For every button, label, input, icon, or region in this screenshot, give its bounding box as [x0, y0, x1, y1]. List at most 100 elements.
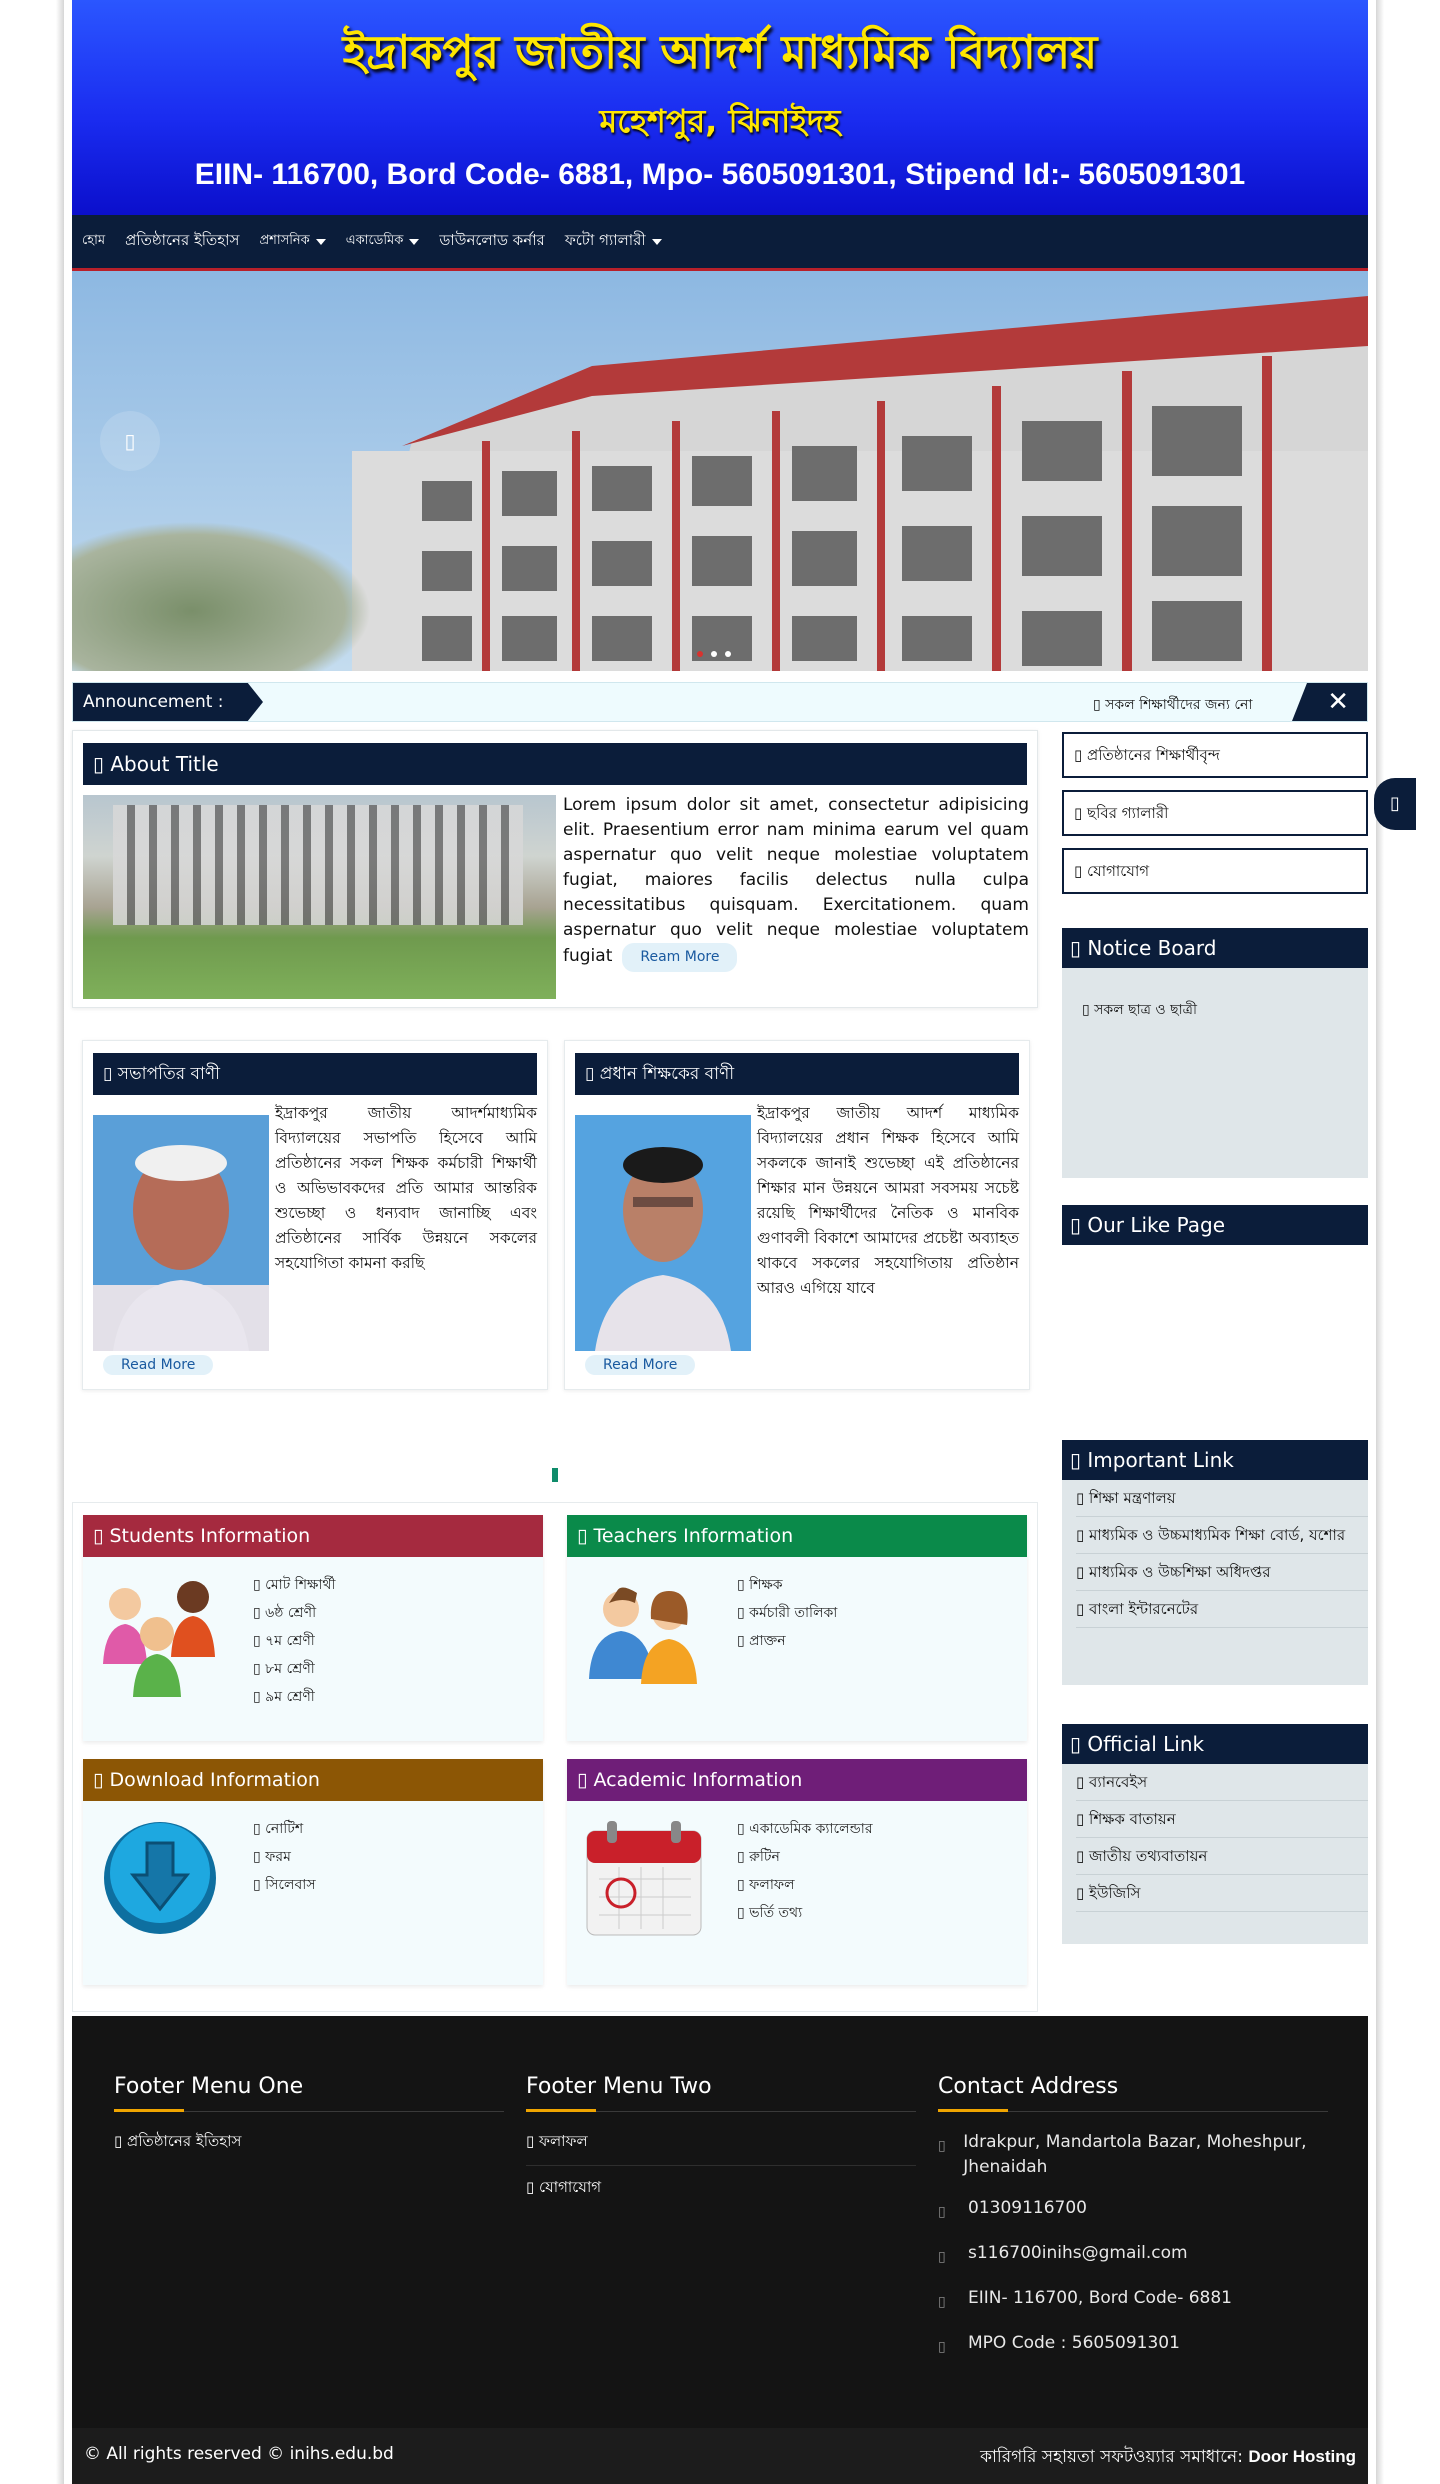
footer-heading: Footer Menu One	[114, 2074, 504, 2112]
notice-item[interactable]: ▯ সকল ছাত্র ও ছাত্রী	[1062, 968, 1368, 1022]
notice-board-title: ▯ Notice Board	[1062, 928, 1368, 968]
notice-board: ▯ সকল ছাত্র ও ছাত্রী	[1062, 968, 1368, 1178]
message-title: ▯ সভাপতির বাণী	[93, 1053, 537, 1095]
footer-menu-two: Footer Menu Two ▯ ফলাফল ▯ যোগাযোগ	[526, 2074, 916, 2211]
official-link-title: ▯ Official Link	[1062, 1724, 1368, 1764]
developer-link[interactable]: Door Hosting	[1248, 2447, 1356, 2466]
footer-link[interactable]: ▯ যোগাযোগ	[526, 2166, 916, 2211]
headmaster-message-card: ▯ প্রধান শিক্ষকের বাণী ইদ্রাকপুর জাতীয় …	[564, 1040, 1030, 1390]
footer-contact: Contact Address ▯ Idrakpur, Mandartola Ba…	[938, 2074, 1328, 2360]
quick-link-contact[interactable]: ▯ যোগাযোগ	[1062, 848, 1368, 894]
info-link[interactable]: ▯ কর্মচারী তালিকা	[737, 1599, 837, 1627]
announcement-close-button[interactable]: ✕	[1292, 683, 1367, 721]
school-location: মহেশপুর, ঝিনাইদহ	[599, 102, 841, 140]
official-link-item[interactable]: ▯ জাতীয় তথ্যবাতায়ন	[1076, 1838, 1368, 1875]
important-link-item[interactable]: ▯ মাধ্যমিক ও উচ্চমাধ্যমিক শিক্ষা বোর্ড, …	[1076, 1517, 1368, 1554]
info-link[interactable]: ▯ সিলেবাস	[253, 1871, 316, 1899]
calendar-icon	[586, 1821, 702, 1936]
quick-link-gallery[interactable]: ▯ ছবির গ্যালারী	[1062, 790, 1368, 836]
copyright-text: © All rights reserved © inihs.edu.bd	[84, 2444, 394, 2464]
download-icon	[104, 1822, 216, 1934]
school-name: ইদ্রাকপুর জাতীয় আদর্শ মাধ্যমিক বিদ্যালয…	[342, 25, 1098, 79]
info-section: ▯ Students Information ▯ মোট শিক্ষার্থী …	[72, 1502, 1038, 2012]
slider-dot[interactable]	[711, 651, 717, 657]
teachers-info-box: ▯ Teachers Information ▯ শিক্ষক ▯ কর্মচা…	[567, 1515, 1027, 1741]
announcement-text[interactable]: ▯ সকল শিক্ষার্থীদের জন্য নো	[1093, 693, 1252, 717]
announcement-label: Announcement :	[73, 683, 263, 721]
info-link[interactable]: ▯ একাডেমিক ক্যালেন্ডার	[737, 1815, 873, 1843]
info-link[interactable]: ▯ ফরম	[253, 1843, 316, 1871]
school-codes: EIIN- 116700, Bord Code- 6881, Mpo- 5605…	[194, 158, 1246, 191]
messages-carousel: ▯ সভাপতির বাণী ইদ্রাকপুর জাতীয় আদর্শমাধ…	[72, 1030, 1038, 1500]
contact-address: ▯ Idrakpur, Mandartola Bazar, Moheshpur, …	[938, 2130, 1328, 2180]
contact-eiin: ▯ EIIN- 116700, Bord Code- 6881	[938, 2286, 1328, 2315]
info-link[interactable]: ▯ ৬ষ্ঠ শ্রেণী	[253, 1599, 336, 1627]
slider-prev-button[interactable]: ▯	[100, 411, 160, 471]
nav-item-gallery[interactable]: ফটো গ্যালারী	[565, 229, 662, 254]
important-link-title: ▯ Important Link	[1062, 1440, 1368, 1480]
slider-dot[interactable]	[725, 651, 731, 657]
contact-mpo: ▯ MPO Code : 5605091301	[938, 2331, 1328, 2360]
info-link[interactable]: ▯ ফলাফল	[737, 1871, 873, 1899]
contact-phone: ▯ 01309116700	[938, 2196, 1328, 2225]
about-image	[83, 795, 556, 999]
sidebar-toggle-icon: ▯	[1390, 793, 1400, 814]
info-link[interactable]: ▯ রুটিন	[737, 1843, 873, 1871]
caret-down-icon	[315, 238, 326, 245]
important-link-item[interactable]: ▯ বাংলা ইন্টারনেটের	[1076, 1591, 1368, 1628]
info-box-title: ▯ Academic Information	[567, 1759, 1027, 1801]
info-box-title: ▯ Download Information	[83, 1759, 543, 1801]
official-link-item[interactable]: ▯ ইউজিসি	[1076, 1875, 1368, 1912]
footer-link[interactable]: ▯ ফলাফল	[526, 2120, 916, 2166]
president-read-more-button[interactable]: Read More	[103, 1355, 214, 1375]
important-links: ▯ শিক্ষা মন্ত্রণালয় ▯ মাধ্যমিক ও উচ্চমা…	[1062, 1480, 1368, 1685]
about-read-more-button[interactable]: Ream More	[622, 943, 738, 972]
nav-item-academic[interactable]: একাডেমিক	[346, 231, 420, 252]
envelope-icon: ▯	[938, 2249, 946, 2265]
nav-item-administrative[interactable]: প্রশাসনিক	[259, 231, 326, 252]
info-link[interactable]: ▯ প্রাক্তন	[737, 1627, 837, 1655]
headmaster-read-more-button[interactable]: Read More	[585, 1355, 696, 1375]
nav-item-home[interactable]: হোম	[82, 231, 105, 252]
developer-credit: কারিগরি সহায়তা সফটওয়্যার সমাধানে: Door…	[980, 2447, 1356, 2467]
carousel-indicator[interactable]	[552, 1468, 558, 1482]
students-info-box: ▯ Students Information ▯ মোট শিক্ষার্থী …	[83, 1515, 543, 1741]
slider-dots	[697, 651, 731, 657]
footer-link[interactable]: ▯ প্রতিষ্ঠানের ইতিহাস	[114, 2120, 504, 2165]
official-link-item[interactable]: ▯ ব্যানবেইস	[1076, 1764, 1368, 1801]
floating-side-button[interactable]: ▯	[1374, 778, 1416, 830]
footer: Footer Menu One ▯ প্রতিষ্ঠানের ইতিহাস Fo…	[72, 2016, 1368, 2428]
info-box-title: ▯ Students Information	[83, 1515, 543, 1557]
caret-down-icon	[409, 238, 420, 245]
info-link[interactable]: ▯ শিক্ষক	[737, 1571, 837, 1599]
quick-link-students[interactable]: ▯ প্রতিষ্ঠানের শিক্ষার্থীবৃন্দ	[1062, 732, 1368, 778]
image-slider: ▯	[72, 271, 1368, 671]
info-link[interactable]: ▯ ৯ম শ্রেণী	[253, 1683, 336, 1711]
download-info-box: ▯ Download Information ▯ নোটিশ ▯ ফরম ▯ স…	[83, 1759, 543, 1985]
official-link-item[interactable]: ▯ শিক্ষক বাতায়ন	[1076, 1801, 1368, 1838]
chevron-left-icon: ▯	[124, 429, 136, 453]
nav-item-history[interactable]: প্রতিষ্ঠানের ইতিহাস	[125, 229, 239, 254]
like-page-title: ▯ Our Like Page	[1062, 1205, 1368, 1245]
contact-email: ▯ s116700inihs@gmail.com	[938, 2241, 1328, 2270]
info-link[interactable]: ▯ ভর্তি তথ্য	[737, 1899, 873, 1927]
footer-heading: Contact Address	[938, 2074, 1328, 2112]
about-text: Lorem ipsum dolor sit amet, consectetur …	[563, 793, 1029, 972]
students-icon	[103, 1581, 215, 1697]
headmaster-photo	[575, 1115, 751, 1351]
info-link[interactable]: ▯ নোটিশ	[253, 1815, 316, 1843]
info-link[interactable]: ▯ ৮ম শ্রেণী	[253, 1655, 336, 1683]
caret-down-icon	[651, 238, 662, 245]
important-link-item[interactable]: ▯ শিক্ষা মন্ত্রণালয়	[1076, 1480, 1368, 1517]
close-icon: ✕	[1327, 687, 1349, 717]
info-link[interactable]: ▯ মোট শিক্ষার্থী	[253, 1571, 336, 1599]
academic-info-box: ▯ Academic Information ▯ একাডেমিক ক্যালে…	[567, 1759, 1027, 1985]
site-banner: ইদ্রাকপুর জাতীয় আদর্শ মাধ্যমিক বিদ্যালয…	[72, 0, 1368, 215]
nav-item-download[interactable]: ডাউনলোড কর্নার	[439, 229, 544, 254]
slider-dot[interactable]	[697, 651, 703, 657]
president-photo	[93, 1115, 269, 1351]
phone-icon: ▯	[938, 2204, 946, 2220]
message-title: ▯ প্রধান শিক্ষকের বাণী	[575, 1053, 1019, 1095]
info-link[interactable]: ▯ ৭ম শ্রেণী	[253, 1627, 336, 1655]
important-link-item[interactable]: ▯ মাধ্যমিক ও উচ্চশিক্ষা অধিদপ্তর	[1076, 1554, 1368, 1591]
